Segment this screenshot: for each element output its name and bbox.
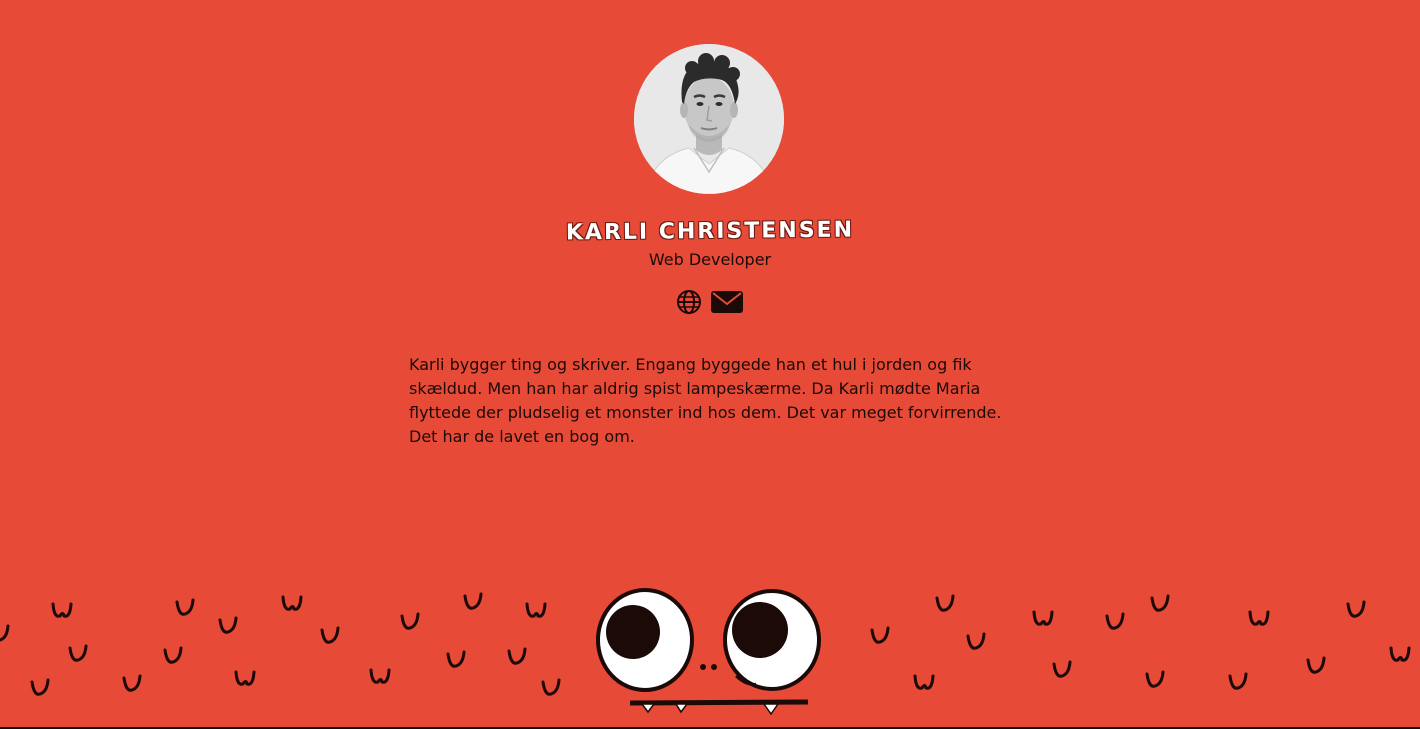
fur-mark	[463, 592, 483, 610]
fur-mark	[400, 612, 420, 630]
contact-links	[676, 290, 744, 318]
portrait-photo	[634, 44, 784, 194]
profile-page: Karli Christensen Web Developer Karli by…	[0, 0, 1420, 729]
fur-mark	[369, 668, 391, 684]
monster-illustration	[0, 588, 1411, 716]
fur-mark	[1150, 594, 1170, 612]
fur-mark	[1052, 660, 1072, 678]
monster-fur-marks	[0, 592, 1411, 696]
globe-icon	[677, 290, 701, 314]
fur-mark	[175, 598, 195, 616]
website-link[interactable]	[676, 289, 702, 319]
fur-mark	[68, 644, 88, 662]
profile-name: Karli Christensen	[565, 217, 855, 246]
fur-mark	[1145, 670, 1165, 688]
fur-mark	[0, 624, 10, 642]
fur-mark	[935, 594, 955, 612]
fur-mark	[1228, 672, 1248, 690]
profile-bio: Karli bygger ting og skriver. Engang byg…	[409, 355, 1002, 446]
monster-eyes	[596, 588, 821, 692]
fur-mark	[1032, 610, 1054, 626]
fur-mark	[913, 674, 935, 690]
fur-mark	[541, 678, 561, 696]
fur-mark	[51, 602, 73, 618]
fur-mark	[966, 632, 986, 650]
decorative-squiggle	[560, 0, 620, 2]
fur-mark	[1105, 612, 1125, 630]
avatar	[634, 44, 784, 194]
fur-mark	[163, 646, 183, 664]
profile-role: Web Developer	[648, 250, 772, 269]
fur-mark	[446, 650, 466, 668]
fur-mark	[30, 678, 50, 696]
fur-mark	[1306, 656, 1326, 674]
fur-mark	[870, 626, 890, 644]
email-link[interactable]	[710, 289, 744, 319]
fur-mark	[320, 626, 340, 644]
fur-mark	[1346, 600, 1366, 618]
fur-mark	[507, 647, 527, 665]
fur-mark	[525, 602, 547, 618]
fur-mark	[1248, 610, 1270, 626]
envelope-icon	[711, 291, 743, 313]
fur-mark	[218, 616, 238, 634]
fur-mark	[234, 670, 256, 686]
fur-mark	[122, 674, 142, 692]
fur-mark	[1389, 646, 1411, 662]
fur-mark	[281, 595, 303, 611]
